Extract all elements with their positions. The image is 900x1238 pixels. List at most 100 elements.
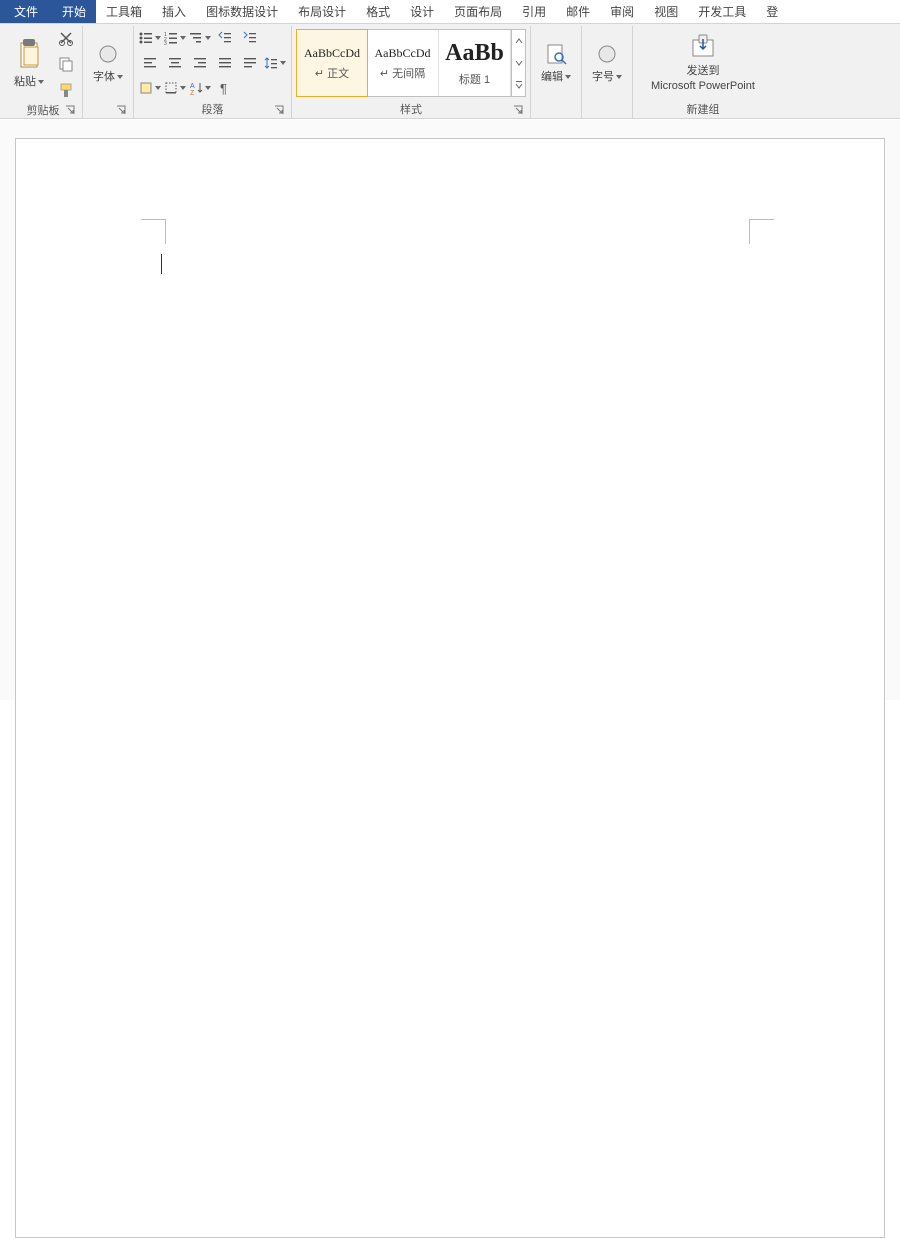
- gallery-down[interactable]: [512, 52, 525, 74]
- borders-icon: [164, 81, 178, 95]
- group-paragraph: 123 AZ ¶ 段落: [134, 26, 292, 118]
- send-to-ppt-icon: [689, 34, 717, 60]
- tab-reference[interactable]: 引用: [512, 0, 556, 23]
- font-label: 字体: [93, 68, 123, 84]
- tab-dev[interactable]: 开发工具: [688, 0, 756, 23]
- group-font: 字体: [83, 26, 134, 118]
- tab-home[interactable]: 开始: [52, 0, 96, 23]
- chevron-up-icon: [515, 38, 523, 44]
- tab-view[interactable]: 视图: [644, 0, 688, 23]
- group-edit: 编辑: [531, 26, 582, 118]
- borders-button[interactable]: [163, 76, 187, 100]
- copy-button[interactable]: [54, 52, 78, 76]
- size-label: 字号: [592, 68, 622, 84]
- line-spacing-button[interactable]: [263, 51, 287, 75]
- paste-icon: [15, 39, 43, 71]
- edit-button[interactable]: 编辑: [535, 40, 577, 86]
- sort-icon: AZ: [189, 81, 203, 95]
- align-right-button[interactable]: [188, 51, 212, 75]
- style-label: 标题 1: [459, 71, 490, 87]
- margin-corner-tr: [749, 219, 774, 244]
- format-painter-button[interactable]: [54, 78, 78, 102]
- size-button[interactable]: 字号: [586, 40, 628, 86]
- ribbon: 粘贴 剪贴板 字体 123: [0, 24, 900, 119]
- gallery-more[interactable]: [512, 74, 525, 96]
- styles-gallery: AaBbCcDd ↵ 正文 AaBbCcDd ↵ 无间隔 AaBb 标题 1: [296, 29, 526, 97]
- sort-button[interactable]: AZ: [188, 76, 212, 100]
- scissors-icon: [58, 30, 74, 46]
- indent-button[interactable]: [238, 26, 262, 50]
- tab-file[interactable]: 文件: [0, 0, 52, 23]
- page[interactable]: [15, 138, 885, 1238]
- outdent-button[interactable]: [213, 26, 237, 50]
- group-styles: AaBbCcDd ↵ 正文 AaBbCcDd ↵ 无间隔 AaBb 标题 1: [292, 26, 531, 118]
- styles-launcher[interactable]: [512, 104, 524, 116]
- tab-page-layout[interactable]: 页面布局: [444, 0, 512, 23]
- bullets-icon: [139, 31, 153, 45]
- distribute-icon: [243, 56, 257, 70]
- tab-layout[interactable]: 布局设计: [288, 0, 356, 23]
- svg-text:Z: Z: [190, 90, 195, 95]
- clipboard-launcher[interactable]: [64, 104, 76, 116]
- bullets-button[interactable]: [138, 26, 162, 50]
- align-center-icon: [168, 56, 182, 70]
- show-marks-button[interactable]: ¶: [213, 76, 237, 100]
- cut-button[interactable]: [54, 26, 78, 50]
- group-size: 字号: [582, 26, 633, 118]
- circle-icon: [595, 42, 619, 66]
- more-icon: [515, 81, 523, 89]
- align-center-button[interactable]: [163, 51, 187, 75]
- justify-icon: [218, 56, 232, 70]
- margin-corner-tl: [141, 219, 166, 244]
- paste-label: 粘贴: [14, 73, 44, 89]
- style-preview: AaBb: [445, 40, 504, 67]
- tab-mail[interactable]: 邮件: [556, 0, 600, 23]
- distribute-button[interactable]: [238, 51, 262, 75]
- svg-text:¶: ¶: [220, 81, 227, 95]
- numbering-icon: 123: [164, 31, 178, 45]
- justify-button[interactable]: [213, 51, 237, 75]
- style-normal[interactable]: AaBbCcDd ↵ 正文: [296, 29, 368, 97]
- shading-icon: [139, 81, 153, 95]
- style-nospacing[interactable]: AaBbCcDd ↵ 无间隔: [367, 30, 439, 96]
- group-newgroup: 发送到 Microsoft PowerPoint 新建组: [633, 26, 773, 118]
- document-area: [0, 120, 900, 700]
- tab-format[interactable]: 格式: [356, 0, 400, 23]
- paste-button[interactable]: 粘贴: [8, 37, 50, 91]
- paragraph-launcher[interactable]: [273, 104, 285, 116]
- tab-login[interactable]: 登: [756, 0, 788, 23]
- style-label: ↵ 无间隔: [380, 65, 425, 81]
- tab-chart-data[interactable]: 图标数据设计: [196, 0, 288, 23]
- font-launcher[interactable]: [115, 104, 127, 116]
- outdent-icon: [218, 31, 232, 45]
- style-heading1[interactable]: AaBb 标题 1: [439, 30, 511, 96]
- circle-icon: [96, 42, 120, 66]
- font-button[interactable]: 字体: [87, 40, 129, 86]
- svg-text:3: 3: [164, 41, 167, 45]
- edit-label: 编辑: [541, 68, 571, 84]
- tab-review[interactable]: 审阅: [600, 0, 644, 23]
- numbering-button[interactable]: 123: [163, 26, 187, 50]
- clipboard-label: 剪贴板: [27, 102, 60, 118]
- multilevel-icon: [189, 31, 203, 45]
- style-preview: AaBbCcDd: [304, 46, 360, 61]
- style-preview: AaBbCcDd: [375, 46, 431, 61]
- align-left-icon: [143, 56, 157, 70]
- line-spacing-icon: [264, 56, 278, 70]
- pilcrow-icon: ¶: [218, 81, 232, 95]
- send-to-powerpoint-button[interactable]: 发送到 Microsoft PowerPoint: [637, 32, 769, 94]
- indent-icon: [243, 31, 257, 45]
- chevron-down-icon: [515, 60, 523, 66]
- send-to-label: 发送到: [686, 62, 719, 78]
- send-to-label2: Microsoft PowerPoint: [651, 80, 755, 92]
- multilevel-button[interactable]: [188, 26, 212, 50]
- tab-toolbox[interactable]: 工具箱: [96, 0, 152, 23]
- paragraph-label: 段落: [202, 101, 224, 117]
- tab-insert[interactable]: 插入: [152, 0, 196, 23]
- shading-button[interactable]: [138, 76, 162, 100]
- copy-icon: [58, 56, 74, 72]
- align-left-button[interactable]: [138, 51, 162, 75]
- tab-design[interactable]: 设计: [400, 0, 444, 23]
- brush-icon: [58, 82, 74, 98]
- gallery-up[interactable]: [512, 30, 525, 52]
